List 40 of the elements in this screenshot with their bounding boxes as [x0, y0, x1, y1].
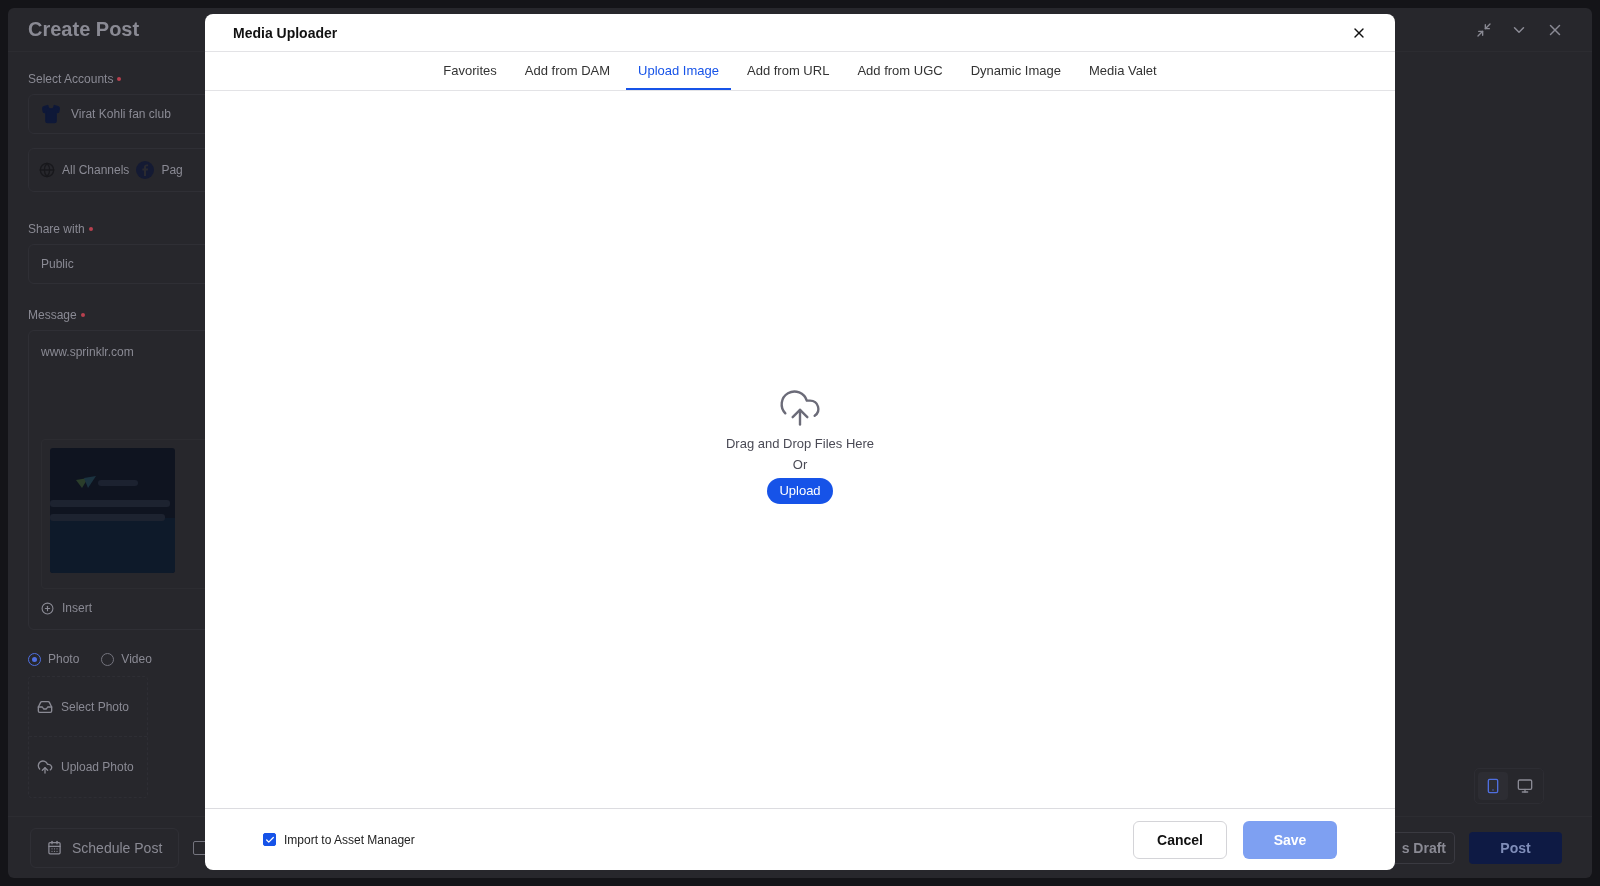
tab[interactable]: Add from DAM [512, 52, 623, 90]
radio-label: Video [121, 652, 152, 666]
field-label: Message [28, 308, 205, 322]
tab[interactable]: Media Valet [1076, 52, 1169, 90]
plus-icon [41, 601, 54, 615]
share-value: Public [41, 257, 74, 271]
channel-label: Pag [161, 163, 183, 177]
shirt-icon [41, 104, 61, 124]
tab[interactable]: Favorites [431, 52, 509, 90]
channel-label: All Channels [62, 163, 130, 177]
phone-icon [1485, 778, 1501, 794]
media-action[interactable]: Select Photo [61, 699, 130, 714]
media-action[interactable]: Upload Photo [61, 760, 134, 774]
drop-hint: Drag and Drop Files Here [725, 435, 875, 451]
message-text: www.sprinklr.com [41, 345, 135, 359]
field-label: Share with [28, 222, 205, 236]
schedule-button[interactable]: Schedule Post [30, 827, 180, 868]
tab[interactable]: Upload Image [626, 52, 731, 90]
insert-link[interactable]: Insert [62, 601, 92, 615]
upload-button[interactable]: Upload [767, 477, 833, 504]
tab[interactable]: Add from URL [735, 52, 842, 90]
checkbox[interactable] [263, 833, 276, 846]
post-button[interactable]: Post [1469, 831, 1562, 864]
checkbox-label: Import to Asset Manager [284, 832, 415, 847]
mobile-preview-button[interactable] [1478, 772, 1508, 800]
account-field[interactable]: Virat Kohli fan club [28, 94, 205, 134]
tab[interactable]: Dynamic Image [958, 52, 1073, 90]
calendar-icon [47, 840, 62, 855]
cancel-button[interactable]: Cancel [1133, 820, 1227, 859]
monitor-icon [1517, 778, 1533, 794]
dialog-title: Media Uploader [233, 24, 338, 41]
separator-text: Or [792, 456, 808, 472]
account-name: Virat Kohli fan club [71, 107, 171, 121]
field-label: Select Accounts [28, 72, 205, 86]
inbox-icon [37, 698, 53, 715]
cloud-upload-icon [37, 759, 53, 775]
tab[interactable]: Add from UGC [845, 52, 955, 90]
panel-title: Create Post [28, 18, 140, 41]
minimize-icon[interactable] [1476, 21, 1492, 38]
radio-label: Photo [48, 652, 80, 666]
